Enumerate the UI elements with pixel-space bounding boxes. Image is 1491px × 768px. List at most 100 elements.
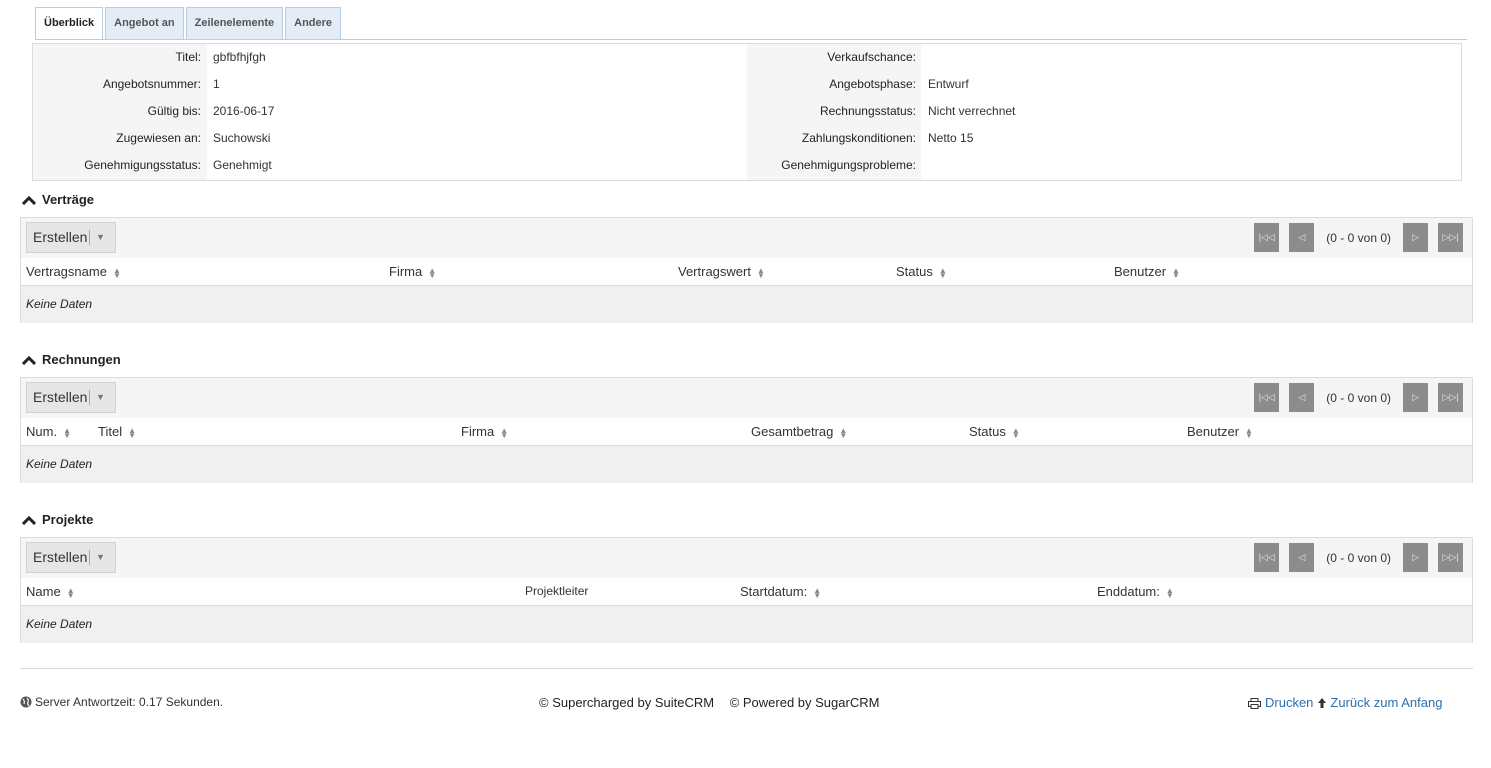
- subpanel-rechnungen: Erstellen ▼ |◁◁ ◁ (0 - 0 von 0) ▷ ▷▷| Nu…: [20, 377, 1473, 483]
- tab-andere[interactable]: Andere: [285, 7, 342, 40]
- sort-icon[interactable]: ▲ ▼: [63, 426, 71, 439]
- subpanel-header-projekte[interactable]: Projekte: [22, 512, 93, 527]
- detail-tabs: Überblick Angebot an Zeilenelemente Ande…: [35, 7, 343, 40]
- column-header-projektleiter: Projektleiter: [525, 584, 589, 598]
- column-header-status[interactable]: Status ▲ ▼: [896, 258, 947, 285]
- print-link[interactable]: Drucken: [1265, 695, 1313, 710]
- column-header-row: Name ▲ ▼ Projektleiter Startdatum: ▲ ▼ Endda…: [21, 578, 1472, 606]
- sort-icon[interactable]: ▲ ▼: [939, 266, 947, 279]
- subpanel-body: Keine Daten: [21, 286, 1472, 323]
- pagination: |◁◁ ◁ (0 - 0 von 0) ▷ ▷▷|: [1254, 383, 1463, 412]
- print-icon[interactable]: [1248, 697, 1261, 709]
- prev-page-icon[interactable]: ◁: [1289, 223, 1315, 252]
- field-label-zahlungskonditionen: Zahlungskonditionen:: [801, 131, 916, 145]
- tab-zeilenelemente[interactable]: Zeilenelemente: [185, 7, 284, 40]
- tab-angebot-an[interactable]: Angebot an: [105, 7, 184, 40]
- next-page-icon[interactable]: ▷: [1403, 543, 1428, 572]
- column-header-name[interactable]: Name ▲ ▼: [26, 578, 75, 605]
- subpanel-header-rechnungen[interactable]: Rechnungen: [22, 352, 121, 367]
- detail-panel: Titel: gbfbfhjfgh Verkaufschance: Angebo…: [32, 43, 1462, 181]
- column-header-vertragsname[interactable]: Vertragsname ▲ ▼: [26, 258, 121, 285]
- server-time-text: Server Antwortzeit: 0.17 Sekunden.: [35, 695, 224, 709]
- sort-icon[interactable]: ▲ ▼: [500, 426, 508, 439]
- caret-down-icon[interactable]: ▼: [96, 543, 110, 572]
- create-button[interactable]: Erstellen ▼: [26, 542, 116, 573]
- caret-down-icon[interactable]: ▼: [96, 383, 110, 412]
- subpanel-body: Keine Daten: [21, 606, 1472, 643]
- sort-icon[interactable]: ▲ ▼: [757, 266, 765, 279]
- detail-row-angebotsnummer: Angebotsnummer: 1 Angebotsphase: Entwurf: [33, 71, 1461, 98]
- column-header-num[interactable]: Num. ▲ ▼: [26, 418, 71, 445]
- caret-down-icon[interactable]: ▼: [96, 223, 110, 252]
- field-label-angebotsnummer: Angebotsnummer:: [102, 77, 201, 91]
- last-page-icon[interactable]: ▷▷|: [1438, 543, 1463, 572]
- chevron-up-icon[interactable]: [22, 355, 36, 365]
- last-page-icon[interactable]: ▷▷|: [1438, 383, 1463, 412]
- field-label-rechnungsstatus: Rechnungsstatus:: [819, 104, 916, 118]
- create-button-label: Erstellen: [33, 389, 88, 405]
- next-page-icon[interactable]: ▷: [1403, 383, 1428, 412]
- sort-icon[interactable]: ▲ ▼: [113, 266, 121, 279]
- sort-icon[interactable]: ▲ ▼: [1166, 586, 1174, 599]
- create-button[interactable]: Erstellen ▼: [26, 222, 116, 253]
- subpanel-toolbar: Erstellen ▼ |◁◁ ◁ (0 - 0 von 0) ▷ ▷▷|: [21, 378, 1472, 418]
- pagination-count: (0 - 0 von 0): [1326, 230, 1391, 245]
- subpanel-title: Rechnungen: [42, 352, 121, 367]
- sort-icon[interactable]: ▲ ▼: [1172, 266, 1180, 279]
- chevron-up-icon[interactable]: [22, 195, 36, 205]
- column-header-firma[interactable]: Firma ▲ ▼: [389, 258, 436, 285]
- chevron-up-icon[interactable]: [22, 515, 36, 525]
- sort-icon[interactable]: ▲ ▼: [1012, 426, 1020, 439]
- subpanel-toolbar: Erstellen ▼ |◁◁ ◁ (0 - 0 von 0) ▷ ▷▷|: [21, 538, 1472, 578]
- sort-icon[interactable]: ▲ ▼: [813, 586, 821, 599]
- sort-icon[interactable]: ▲ ▼: [839, 426, 847, 439]
- empty-message: Keine Daten: [26, 297, 93, 311]
- tab-ueberblick[interactable]: Überblick: [35, 7, 104, 40]
- create-button-label: Erstellen: [33, 229, 88, 245]
- footer-actions: Drucken Zurück zum Anfang: [1248, 695, 1442, 710]
- button-separator: [89, 390, 90, 405]
- prev-page-icon[interactable]: ◁: [1289, 383, 1315, 412]
- column-header-startdatum[interactable]: Startdatum: ▲ ▼: [740, 578, 821, 605]
- server-response-time: Server Antwortzeit: 0.17 Sekunden.: [20, 695, 223, 709]
- subpanel-title: Verträge: [42, 192, 95, 207]
- field-value-rechnungsstatus: Nicht verrechnet: [928, 104, 1016, 118]
- sort-icon[interactable]: ▲ ▼: [128, 426, 136, 439]
- sort-icon[interactable]: ▲ ▼: [67, 586, 75, 599]
- powered-link[interactable]: © Powered by SugarCRM: [730, 695, 880, 710]
- create-button[interactable]: Erstellen ▼: [26, 382, 116, 413]
- sort-icon[interactable]: ▲ ▼: [1245, 426, 1253, 439]
- next-page-icon[interactable]: ▷: [1403, 223, 1428, 252]
- prev-page-icon[interactable]: ◁: [1289, 543, 1315, 572]
- button-separator: [89, 230, 90, 245]
- back-to-top-link[interactable]: Zurück zum Anfang: [1330, 695, 1442, 710]
- field-value-zugewiesen-an: Suchowski: [213, 131, 271, 145]
- first-page-icon[interactable]: |◁◁: [1254, 223, 1280, 252]
- field-value-titel: gbfbfhjfgh: [213, 50, 266, 64]
- empty-message: Keine Daten: [26, 457, 93, 471]
- column-header-gesamtbetrag[interactable]: Gesamtbetrag ▲ ▼: [751, 418, 847, 445]
- first-page-icon[interactable]: |◁◁: [1254, 543, 1280, 572]
- column-header-row: Vertragsname ▲ ▼ Firma ▲ ▼ Vertragswert ▲ ▼ St…: [21, 258, 1472, 286]
- column-header-vertragswert[interactable]: Vertragswert ▲ ▼: [678, 258, 765, 285]
- field-label-genehmigungsprobleme: Genehmigungsprobleme:: [781, 158, 916, 172]
- field-label-gueltig-bis: Gültig bis:: [147, 104, 201, 118]
- column-header-status[interactable]: Status ▲ ▼: [969, 418, 1020, 445]
- column-header-firma[interactable]: Firma ▲ ▼: [461, 418, 508, 445]
- arrow-up-icon[interactable]: [1317, 697, 1327, 709]
- subpanel-header-vertraege[interactable]: Verträge: [22, 192, 94, 207]
- detail-row-genehmigung: Genehmigungsstatus: Genehmigt Genehmigun…: [33, 152, 1461, 179]
- column-header-titel[interactable]: Titel ▲ ▼: [98, 418, 136, 445]
- field-label-zugewiesen-an: Zugewiesen an:: [116, 131, 201, 145]
- pagination: |◁◁ ◁ (0 - 0 von 0) ▷ ▷▷|: [1254, 223, 1463, 252]
- supercharged-link[interactable]: © Supercharged by SuiteCRM: [539, 695, 714, 710]
- column-header-benutzer[interactable]: Benutzer ▲ ▼: [1114, 258, 1180, 285]
- column-header-enddatum[interactable]: Enddatum: ▲ ▼: [1097, 578, 1174, 605]
- sort-icon[interactable]: ▲ ▼: [428, 266, 436, 279]
- detail-row-zugewiesen: Zugewiesen an: Suchowski Zahlungskonditi…: [33, 125, 1461, 152]
- first-page-icon[interactable]: |◁◁: [1254, 383, 1280, 412]
- footer-divider: [20, 668, 1473, 669]
- last-page-icon[interactable]: ▷▷|: [1438, 223, 1463, 252]
- create-button-label: Erstellen: [33, 549, 88, 565]
- column-header-benutzer[interactable]: Benutzer ▲ ▼: [1187, 418, 1253, 445]
